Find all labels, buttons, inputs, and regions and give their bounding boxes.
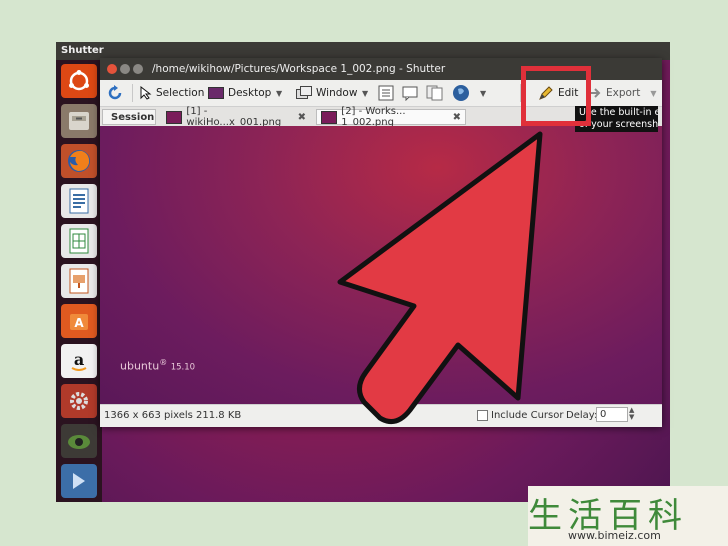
watermark-url: www.bimeiz.com [568, 529, 661, 542]
edit-highlight-box [521, 66, 591, 126]
pointer-arrow-annotation [337, 131, 543, 425]
watermark: 生活百科 www.bimeiz.com [528, 486, 728, 546]
